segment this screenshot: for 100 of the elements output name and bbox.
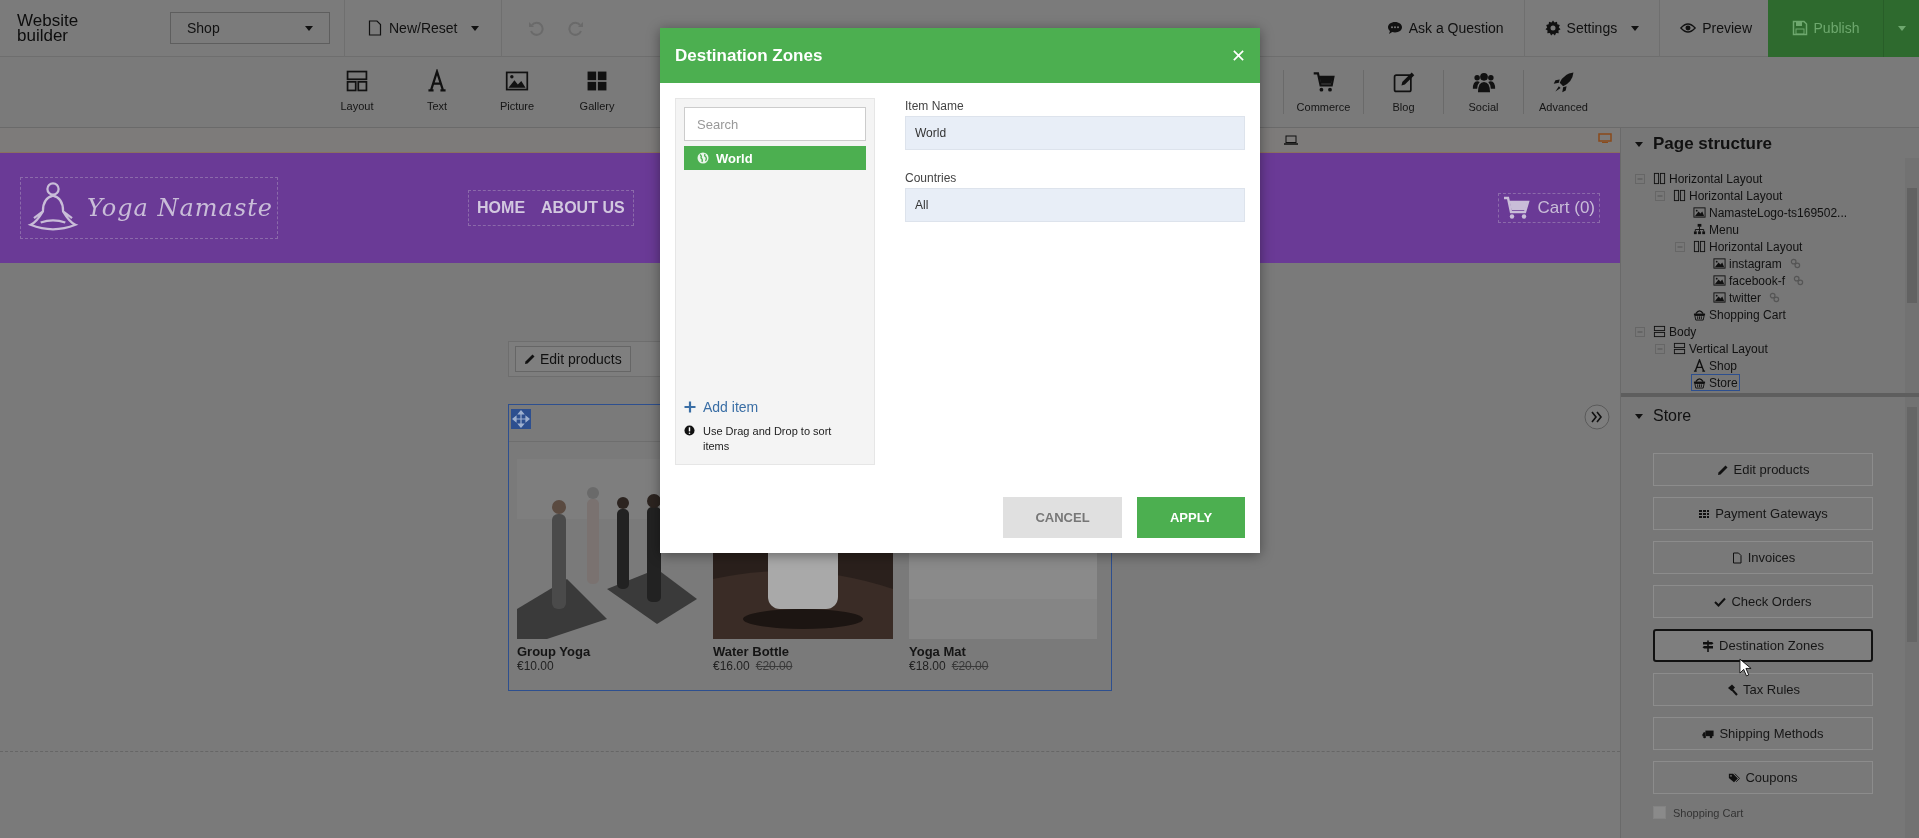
edit-products-button[interactable]: Edit products [515, 346, 631, 372]
old-price: €20.00 [951, 659, 989, 673]
toolbar-button[interactable]: Gallery [557, 57, 637, 127]
caret-icon [305, 25, 313, 31]
product-price: €16.00 [713, 659, 750, 673]
caret-icon [1631, 25, 1640, 31]
tree-item[interactable]: twitter [1711, 289, 1763, 306]
product-name: Yoga Mat [909, 644, 967, 659]
store-button[interactable]: Destination Zones [1653, 629, 1873, 662]
store-button[interactable]: Shipping Methods [1653, 717, 1873, 750]
app-logo: Website builder [17, 13, 80, 43]
image-icon [1713, 274, 1726, 287]
rocket-icon [1551, 70, 1576, 94]
tree-item[interactable]: Vertical Layout [1671, 340, 1770, 357]
toolbar-button[interactable]: Commerce [1283, 70, 1363, 114]
tree-item[interactable]: Menu [1691, 221, 1742, 238]
exclamation-icon [684, 425, 695, 436]
signpost-icon [1702, 639, 1715, 652]
caret-icon[interactable] [1898, 25, 1906, 31]
product-price: €10.00 [517, 659, 554, 673]
basket-icon [1693, 308, 1706, 321]
document-icon [1730, 551, 1743, 564]
grid-icon [1698, 507, 1711, 520]
cursor-icon [1739, 658, 1752, 677]
toolbar-button[interactable]: Picture [477, 57, 557, 127]
rows-icon [1653, 325, 1666, 338]
product-name: Water Bottle [713, 644, 791, 659]
image-icon [1693, 206, 1706, 219]
add-item-link[interactable]: Add item [684, 399, 866, 415]
toolbar-button[interactable]: Layout [317, 57, 397, 127]
store-button[interactable]: Edit products [1653, 453, 1873, 486]
chat-icon [1386, 20, 1403, 36]
tree-item[interactable]: Body [1651, 323, 1699, 340]
globe-icon [697, 152, 709, 164]
cart-icon [1503, 196, 1532, 220]
plus-icon [684, 401, 696, 413]
panel-title: Page structure [1653, 134, 1773, 154]
store-button[interactable]: Check Orders [1653, 585, 1873, 618]
field-label: Item Name [905, 99, 965, 113]
store-button[interactable]: Invoices [1653, 541, 1873, 574]
caret-icon[interactable] [1635, 413, 1643, 419]
caret-icon[interactable] [1635, 141, 1643, 147]
tree-item[interactable]: Shop [1691, 357, 1740, 374]
store-button[interactable]: Payment Gateways [1653, 497, 1873, 530]
columns-icon [1693, 240, 1706, 253]
old-price: €20.00 [755, 659, 793, 673]
double-chevron-icon[interactable] [1584, 404, 1610, 430]
text-icon [1693, 359, 1706, 372]
dialog-title: Destination Zones [675, 45, 823, 66]
page-dropdown[interactable]: Shop [170, 12, 330, 44]
nav-link[interactable]: HOME [477, 199, 526, 217]
tree-item[interactable]: NamasteLogo-ts169502... [1691, 204, 1850, 221]
product-name: Group Yoga [517, 644, 592, 659]
basket-icon [1693, 376, 1706, 389]
input-field[interactable]: All [905, 188, 1245, 222]
toolbar-button[interactable]: Advanced [1523, 70, 1603, 114]
tree-item[interactable]: Horizontal Layout [1651, 170, 1765, 187]
scrollbar[interactable] [1905, 158, 1919, 393]
section-title: Store [1653, 407, 1692, 425]
laptop-icon[interactable] [1284, 135, 1298, 145]
close-icon[interactable] [1232, 49, 1245, 62]
tree-item[interactable]: facebook-f [1711, 272, 1788, 289]
sitemap-icon [1693, 223, 1706, 236]
nav-link[interactable]: ABOUT US [541, 199, 625, 217]
tree-item[interactable]: Horizontal Layout [1671, 187, 1785, 204]
users-icon [1471, 70, 1496, 94]
toolbar-button[interactable]: Social [1443, 70, 1523, 114]
toolbar-button[interactable]: Text [397, 57, 477, 127]
tree-item[interactable]: Store [1691, 374, 1740, 391]
image-icon [1713, 291, 1726, 304]
layout-icon [345, 69, 369, 93]
help-button[interactable]: Ask a Question [1380, 8, 1510, 48]
store-button[interactable]: Tax Rules [1653, 673, 1873, 706]
cart-icon [1311, 70, 1336, 94]
tree-item[interactable]: Horizontal Layout [1691, 238, 1805, 255]
cart-link[interactable]: Cart (0) [1498, 193, 1600, 223]
settings-button[interactable]: Settings [1538, 8, 1646, 48]
scrollbar[interactable] [1905, 397, 1919, 838]
tree-item[interactable]: Shopping Cart [1691, 306, 1788, 323]
tree-item[interactable]: instagram [1711, 255, 1784, 272]
search-field[interactable]: Search [684, 107, 866, 141]
preview-button[interactable]: Preview [1674, 8, 1758, 48]
input-field[interactable]: World [905, 116, 1245, 150]
tags-icon [1728, 771, 1741, 784]
columns-icon [1673, 189, 1686, 202]
caret-icon [471, 25, 480, 31]
move-handle-icon[interactable] [511, 409, 531, 429]
toolbar-button[interactable]: Blog [1363, 70, 1443, 114]
store-button[interactable]: Coupons [1653, 761, 1873, 794]
eye-icon [1680, 20, 1697, 36]
new-reset-button[interactable]: New/Reset [359, 8, 488, 48]
monitor-icon[interactable] [1598, 133, 1612, 143]
checkmark-icon [1714, 595, 1727, 608]
save-icon [1791, 20, 1808, 36]
list-item[interactable]: World [684, 146, 866, 170]
pencil-icon [1716, 463, 1729, 476]
field-label: Countries [905, 171, 958, 185]
cancel-button[interactable]: CANCEL [1003, 497, 1122, 538]
image-icon [1713, 257, 1726, 270]
apply-button[interactable]: APPLY [1137, 497, 1245, 538]
